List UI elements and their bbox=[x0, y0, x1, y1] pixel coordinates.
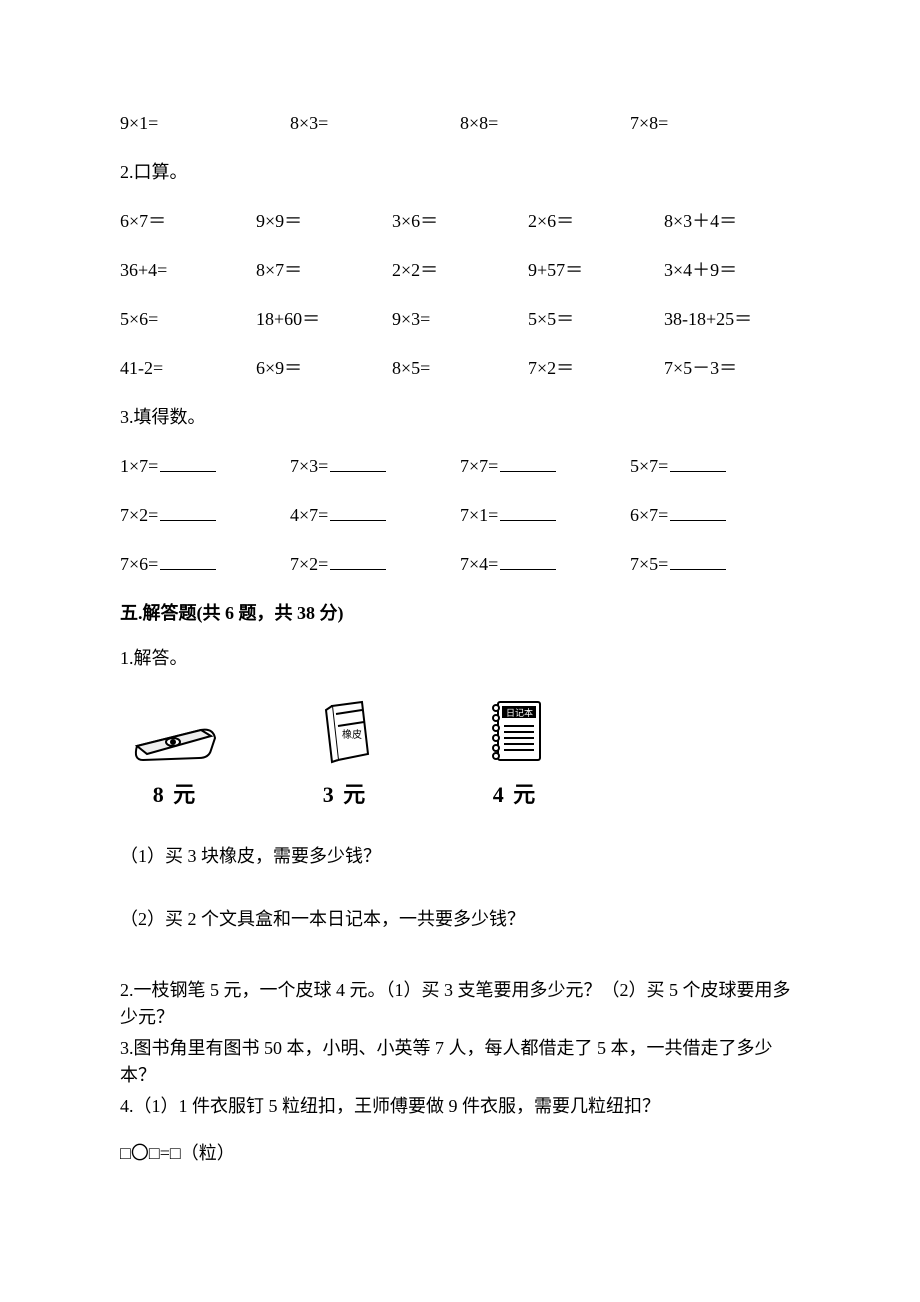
expr: 9×1= bbox=[120, 110, 290, 137]
expr: 2×2＝ bbox=[392, 257, 528, 284]
expr: 3×4＋9＝ bbox=[664, 257, 800, 284]
expr: 8×3= bbox=[290, 110, 460, 137]
diary-icon: 日记本 bbox=[486, 698, 544, 772]
sec2-row-2: 36+4= 8×7＝ 2×2＝ 9+57＝ 3×4＋9＝ bbox=[120, 257, 800, 284]
expr-blank: 7×1= bbox=[460, 502, 630, 529]
blank-line[interactable] bbox=[330, 453, 386, 472]
expr: 9×3= bbox=[392, 306, 528, 333]
blank-line[interactable] bbox=[160, 502, 216, 521]
blank-line[interactable] bbox=[670, 551, 726, 570]
question-3: 3.图书角里有图书 50 本，小明、小英等 7 人，每人都借走了 5 本，一共借… bbox=[120, 1035, 800, 1089]
expr-blank: 7×6= bbox=[120, 551, 290, 578]
question-1-title: 1.解答。 bbox=[120, 645, 800, 672]
expr: 8×3＋4＝ bbox=[664, 208, 800, 235]
sec3-row-2: 7×2= 4×7= 7×1= 6×7= bbox=[120, 502, 800, 529]
question-2: 2.一枝钢笔 5 元，一个皮球 4 元。（1）买 3 支笔要用多少元？（2）买 … bbox=[120, 977, 800, 1031]
expr-text: 5×7= bbox=[630, 456, 668, 476]
expr-blank: 1×7= bbox=[120, 453, 290, 480]
blank-line[interactable] bbox=[160, 453, 216, 472]
sec2-row-3: 5×6= 18+60＝ 9×3= 5×5＝ 38-18+25＝ bbox=[120, 306, 800, 333]
expr-text: 7×7= bbox=[460, 456, 498, 476]
eraser-icon: 橡皮 bbox=[318, 700, 372, 772]
price-label: 3 元 bbox=[323, 778, 368, 811]
question-4: 4.（1）1 件衣服钉 5 粒纽扣，王师傅要做 9 件衣服，需要几粒纽扣？ bbox=[120, 1093, 800, 1120]
expr-blank: 4×7= bbox=[290, 502, 460, 529]
expr: 7×2＝ bbox=[528, 355, 664, 382]
blank-line[interactable] bbox=[670, 502, 726, 521]
sec2-row-4: 41-2= 6×9＝ 8×5= 7×2＝ 7×5－3＝ bbox=[120, 355, 800, 382]
blank-line[interactable] bbox=[500, 502, 556, 521]
expr: 2×6＝ bbox=[528, 208, 664, 235]
expr-blank: 6×7= bbox=[630, 502, 800, 529]
expr: 7×8= bbox=[630, 110, 800, 137]
expr-text: 7×1= bbox=[460, 505, 498, 525]
blank-line[interactable] bbox=[670, 453, 726, 472]
section-2-title: 2.口算。 bbox=[120, 159, 800, 186]
pencil-case-icon bbox=[129, 716, 221, 772]
expr: 18+60＝ bbox=[256, 306, 392, 333]
blank-line[interactable] bbox=[330, 502, 386, 521]
expr-blank: 7×3= bbox=[290, 453, 460, 480]
price-label: 8 元 bbox=[153, 778, 198, 811]
expr: 8×7＝ bbox=[256, 257, 392, 284]
expr: 6×9＝ bbox=[256, 355, 392, 382]
arith-row-top: 9×1= 8×3= 8×8= 7×8= bbox=[120, 110, 800, 137]
expr-blank: 7×5= bbox=[630, 551, 800, 578]
expr-text: 6×7= bbox=[630, 505, 668, 525]
question-4-formula: □〇□=□（粒） bbox=[120, 1140, 800, 1167]
item-eraser: 橡皮 3 元 bbox=[290, 700, 400, 811]
expr: 5×5＝ bbox=[528, 306, 664, 333]
question-1-sub1: （1）买 3 块橡皮，需要多少钱？ bbox=[120, 843, 800, 870]
sec3-row-3: 7×6= 7×2= 7×4= 7×5= bbox=[120, 551, 800, 578]
section-3-title: 3.填得数。 bbox=[120, 404, 800, 431]
expr-text: 7×6= bbox=[120, 554, 158, 574]
sec3-row-1: 1×7= 7×3= 7×7= 5×7= bbox=[120, 453, 800, 480]
svg-text:橡皮: 橡皮 bbox=[342, 728, 362, 741]
svg-text:日记本: 日记本 bbox=[506, 707, 533, 718]
sec2-row-1: 6×7＝ 9×9＝ 3×6＝ 2×6＝ 8×3＋4＝ bbox=[120, 208, 800, 235]
blank-line[interactable] bbox=[500, 453, 556, 472]
blank-line[interactable] bbox=[160, 551, 216, 570]
expr-text: 7×2= bbox=[120, 505, 158, 525]
expr-blank: 7×2= bbox=[120, 502, 290, 529]
expr: 9×9＝ bbox=[256, 208, 392, 235]
expr: 9+57＝ bbox=[528, 257, 664, 284]
expr-blank: 7×7= bbox=[460, 453, 630, 480]
expr: 3×6＝ bbox=[392, 208, 528, 235]
item-diary: 日记本 4 元 bbox=[460, 698, 570, 811]
item-pencil-case: 8 元 bbox=[120, 716, 230, 811]
expr-text: 1×7= bbox=[120, 456, 158, 476]
expr-text: 7×4= bbox=[460, 554, 498, 574]
expr: 6×7＝ bbox=[120, 208, 256, 235]
section-5-heading: 五.解答题(共 6 题，共 38 分) bbox=[120, 600, 800, 627]
shop-items-row: 8 元 橡皮 3 元 日记本 bbox=[120, 698, 800, 811]
expr-blank: 5×7= bbox=[630, 453, 800, 480]
price-label: 4 元 bbox=[493, 778, 538, 811]
blank-line[interactable] bbox=[330, 551, 386, 570]
blank-line[interactable] bbox=[500, 551, 556, 570]
expr: 5×6= bbox=[120, 306, 256, 333]
expr: 7×5－3＝ bbox=[664, 355, 800, 382]
expr-text: 4×7= bbox=[290, 505, 328, 525]
expr: 8×8= bbox=[460, 110, 630, 137]
expr: 38-18+25＝ bbox=[664, 306, 800, 333]
expr-text: 7×3= bbox=[290, 456, 328, 476]
expr-text: 7×2= bbox=[290, 554, 328, 574]
expr-blank: 7×2= bbox=[290, 551, 460, 578]
question-1-sub2: （2）买 2 个文具盒和一本日记本，一共要多少钱？ bbox=[120, 906, 800, 933]
expr: 41-2= bbox=[120, 355, 256, 382]
expr-blank: 7×4= bbox=[460, 551, 630, 578]
expr: 36+4= bbox=[120, 257, 256, 284]
expr: 8×5= bbox=[392, 355, 528, 382]
expr-text: 7×5= bbox=[630, 554, 668, 574]
